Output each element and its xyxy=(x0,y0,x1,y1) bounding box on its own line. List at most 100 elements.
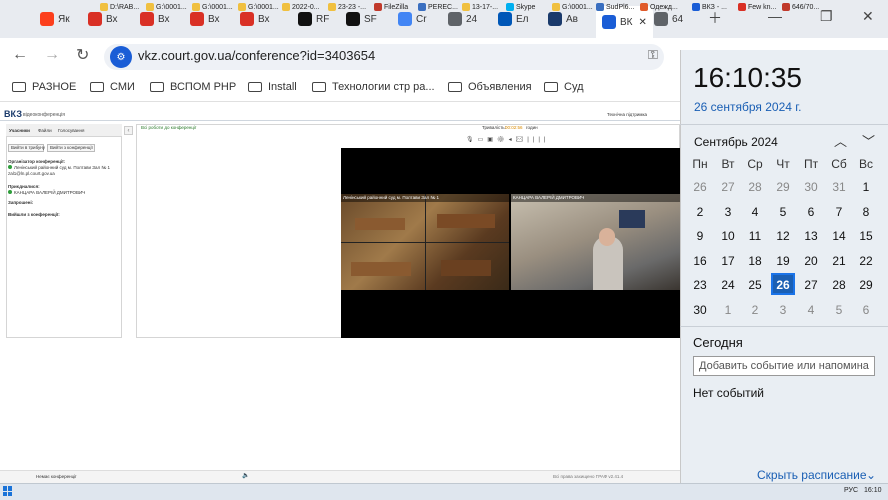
clock-date[interactable]: 26 сентября 2024 г. xyxy=(694,100,802,114)
windows-start-icon[interactable] xyxy=(3,486,13,496)
calendar-day[interactable]: 30 xyxy=(798,180,824,194)
password-key-icon[interactable]: ⚿ xyxy=(648,47,658,63)
url-text[interactable]: vkz.court.gov.ua/conference?id=3403654 xyxy=(138,48,375,63)
calendar-day[interactable]: 31 xyxy=(826,180,852,194)
bookmark-raznoe[interactable]: РАЗНОЕ xyxy=(12,81,76,93)
bookmark-install[interactable]: Install xyxy=(248,81,297,93)
calendar-day[interactable]: 4 xyxy=(742,205,768,219)
bookmark-court[interactable]: Суд xyxy=(544,81,584,93)
calendar-day[interactable]: 3 xyxy=(715,205,741,219)
calendar-day[interactable]: 15 xyxy=(853,229,879,243)
calendar-day[interactable]: 9 xyxy=(687,229,713,243)
calendar-day[interactable]: 1 xyxy=(853,180,879,194)
calendar-day[interactable]: 22 xyxy=(853,254,879,268)
close-window-icon[interactable]: ✕ xyxy=(862,8,874,25)
taskbar-clock[interactable]: 16:10 xyxy=(864,487,882,494)
close-tab-icon[interactable]: ✕ xyxy=(639,17,647,28)
taskbar-item[interactable]: G:\0001... xyxy=(552,3,593,11)
taskbar-item[interactable]: G:\0001... xyxy=(192,3,233,11)
taskbar-item[interactable]: 23-23 -... xyxy=(328,3,366,11)
taskbar-item[interactable]: SudPl6... xyxy=(596,3,634,11)
calendar-day[interactable]: 10 xyxy=(715,229,741,243)
browser-tab[interactable]: Вх xyxy=(190,8,220,30)
back-to-conferences-link[interactable]: Всі роботи до конференції xyxy=(141,125,196,130)
browser-tab[interactable]: Вх xyxy=(88,8,118,30)
calendar-day[interactable]: 14 xyxy=(826,229,852,243)
taskbar-item[interactable]: Skype xyxy=(506,3,535,11)
language-indicator[interactable]: РУС xyxy=(844,487,858,494)
camera-icon[interactable]: ▭ xyxy=(478,137,488,143)
speaker-icon[interactable]: ◂ xyxy=(509,137,516,143)
next-month-icon[interactable]: ﹀ xyxy=(862,131,875,150)
calendar-day[interactable]: 26 xyxy=(770,278,796,292)
bookmark-smi[interactable]: СМИ xyxy=(90,81,135,93)
calendar-day[interactable]: 12 xyxy=(770,229,796,243)
calendar-day[interactable]: 19 xyxy=(770,254,796,268)
taskbar-item[interactable]: G:\0001... xyxy=(238,3,279,11)
taskbar-item[interactable]: FileZilla xyxy=(374,3,408,11)
calendar-day[interactable]: 6 xyxy=(798,205,824,219)
calendar-day[interactable]: 28 xyxy=(742,180,768,194)
browser-tab[interactable]: 24 xyxy=(448,8,477,30)
calendar-day[interactable]: 25 xyxy=(742,278,768,292)
prev-month-icon[interactable]: ︿ xyxy=(834,131,847,150)
calendar-day[interactable]: 17 xyxy=(715,254,741,268)
browser-tab[interactable]: Вх xyxy=(240,8,270,30)
calendar-day[interactable]: 2 xyxy=(742,303,768,317)
screen-share-icon[interactable]: ▣ xyxy=(487,137,497,143)
taskbar-item[interactable]: PEREC... xyxy=(418,3,458,11)
bookmark-ads[interactable]: Объявления xyxy=(448,81,532,93)
add-event-input[interactable]: Добавить событие или напомина xyxy=(693,356,875,376)
collapse-panel-icon[interactable]: ‹ xyxy=(124,126,133,135)
calendar-day[interactable]: 13 xyxy=(798,229,824,243)
taskbar-item[interactable]: ВКЗ - ... xyxy=(692,3,727,11)
browser-tab[interactable]: Як xyxy=(40,8,70,30)
tab-participants[interactable]: Учасники xyxy=(9,128,30,133)
calendar-day[interactable]: 27 xyxy=(798,278,824,292)
browser-tab[interactable]: Вх xyxy=(140,8,170,30)
calendar-day[interactable]: 28 xyxy=(826,278,852,292)
back-icon[interactable]: ← xyxy=(12,46,28,64)
calendar-day[interactable]: 5 xyxy=(826,303,852,317)
calendar-day[interactable]: 2 xyxy=(687,205,713,219)
new-tab-button[interactable]: ＋ xyxy=(708,8,722,28)
calendar-day[interactable]: 5 xyxy=(770,205,796,219)
restore-icon[interactable]: ❐ xyxy=(820,8,833,25)
calendar-day[interactable]: 29 xyxy=(853,278,879,292)
volume-icon[interactable]: 🔈 xyxy=(242,472,249,479)
calendar-day[interactable]: 11 xyxy=(742,229,768,243)
support-link[interactable]: Технічна підтримка xyxy=(607,112,647,117)
browser-tab[interactable]: Ел xyxy=(498,8,529,30)
vkz-logo[interactable]: ВКЗ xyxy=(4,109,22,119)
calendar-day[interactable]: 16 xyxy=(687,254,713,268)
bookmark-vspom-php[interactable]: ВСПОМ PHP xyxy=(150,81,236,93)
month-title[interactable]: Сентябрь 2024 xyxy=(694,135,778,149)
reload-icon[interactable]: ↻ xyxy=(76,45,89,65)
site-info-icon[interactable]: ⚙ xyxy=(110,46,132,68)
tab-files[interactable]: Файли xyxy=(38,128,52,133)
settings-icon[interactable]: ⚙ xyxy=(497,137,509,143)
calendar-day[interactable]: 18 xyxy=(742,254,768,268)
calendar-day[interactable]: 3 xyxy=(770,303,796,317)
taskbar-item[interactable]: Few kn... xyxy=(738,3,776,11)
calendar-day[interactable]: 1 xyxy=(715,303,741,317)
calendar-day[interactable]: 7 xyxy=(826,205,852,219)
taskbar-item[interactable]: G:\0001... xyxy=(146,3,187,11)
browser-tab[interactable]: SF xyxy=(346,8,377,30)
browser-tab[interactable]: RF xyxy=(298,8,329,30)
calendar-day[interactable]: 20 xyxy=(798,254,824,268)
chevron-down-icon[interactable]: ⌄ xyxy=(866,468,876,482)
calendar-day[interactable]: 8 xyxy=(853,205,879,219)
calendar-day[interactable]: 24 xyxy=(715,278,741,292)
taskbar-item[interactable]: Одежд... xyxy=(640,3,678,11)
taskbar-item[interactable]: 646/70... xyxy=(782,3,819,11)
calendar-day[interactable]: 4 xyxy=(798,303,824,317)
browser-tab[interactable]: Cr xyxy=(398,8,427,30)
chat-icon[interactable]: ✉ xyxy=(516,137,528,143)
calendar-day[interactable]: 27 xyxy=(715,180,741,194)
taskbar-item[interactable]: 13-17-... xyxy=(462,3,498,11)
calendar-day[interactable]: 29 xyxy=(770,180,796,194)
bookmark-technologies[interactable]: Технологии стр ра... xyxy=(312,81,435,93)
calendar-day[interactable]: 26 xyxy=(687,180,713,194)
calendar-day[interactable]: 6 xyxy=(853,303,879,317)
